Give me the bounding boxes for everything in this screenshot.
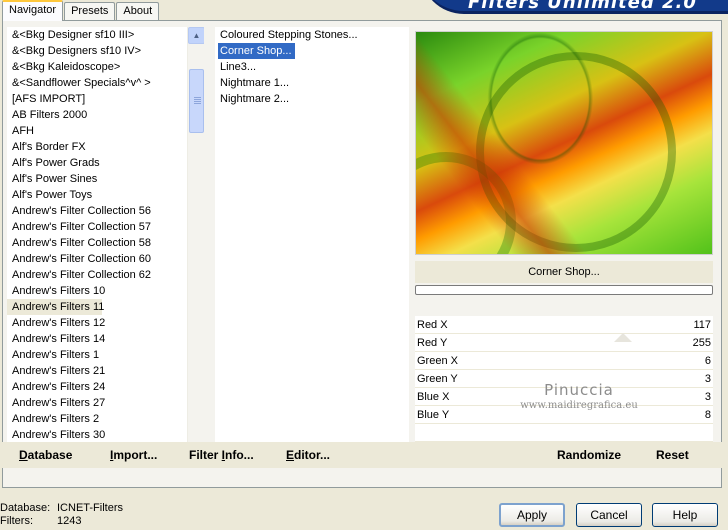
- filter-item[interactable]: Line3...: [215, 59, 409, 75]
- navigator-panel: &<Bkg Designer sf10 III> &<Bkg Designers …: [2, 20, 722, 488]
- database-value: ICNET-Filters: [57, 502, 123, 514]
- tab-about[interactable]: About: [116, 2, 160, 21]
- parameter-slider[interactable]: Blue X 3: [415, 388, 713, 406]
- category-item[interactable]: Andrew's Filter Collection 60: [7, 251, 204, 267]
- category-list[interactable]: &<Bkg Designer sf10 III> &<Bkg Designers …: [7, 27, 204, 459]
- preview-image: [415, 31, 713, 255]
- preview-filter-name: Corner Shop...: [415, 261, 713, 283]
- filter-item[interactable]: Corner Shop...: [218, 43, 295, 59]
- parameter-slider[interactable]: Red X 117: [415, 316, 713, 334]
- banner-title: Filters Unlimited 2.0: [468, 0, 697, 13]
- filter-list[interactable]: Coloured Stepping Stones... Corner Shop..…: [215, 27, 409, 459]
- category-item[interactable]: Alf's Border FX: [7, 139, 204, 155]
- filter-item[interactable]: Nightmare 2...: [215, 91, 409, 107]
- parameter-slider[interactable]: Green X 6: [415, 352, 713, 370]
- category-item[interactable]: Andrew's Filters 10: [7, 283, 204, 299]
- cancel-button[interactable]: Cancel: [576, 503, 642, 527]
- status-info: Database: ICNET-Filters Filters: 1243: [0, 502, 123, 528]
- parameter-sliders: Red X 117 Red Y 255 Green X 6 Green Y 3 Blue X3B…: [415, 316, 713, 460]
- randomize-button[interactable]: Randomize: [557, 448, 621, 462]
- category-item[interactable]: Andrew's Filters 1: [7, 347, 204, 363]
- apply-button[interactable]: Apply: [499, 503, 565, 527]
- slider-thumb-icon[interactable]: [614, 333, 632, 342]
- database-label: Database:: [0, 502, 51, 514]
- help-button[interactable]: Help: [652, 503, 718, 527]
- filters-count-value: 1243: [57, 515, 82, 527]
- category-item[interactable]: Alf's Power Sines: [7, 171, 204, 187]
- category-item[interactable]: &<Bkg Designers sf10 IV>: [7, 43, 204, 59]
- category-item[interactable]: Andrew's Filter Collection 62: [7, 267, 204, 283]
- slider-track[interactable]: [489, 316, 669, 333]
- slider-track[interactable]: [489, 388, 669, 405]
- parameter-label: Red X: [417, 319, 448, 331]
- tab-bar: Navigator Presets About: [2, 0, 160, 21]
- scroll-thumb[interactable]: [189, 69, 204, 133]
- parameter-label: Green Y: [417, 373, 458, 385]
- filters-count-label: Filters:: [0, 515, 33, 527]
- category-item[interactable]: Andrew's Filters 12: [7, 315, 204, 331]
- tab-navigator[interactable]: Navigator: [2, 0, 64, 21]
- progress-bar: [415, 285, 713, 295]
- category-item[interactable]: Andrew's Filters 24: [7, 379, 204, 395]
- action-bar: Database Import... Filter Info... Editor…: [2, 442, 722, 468]
- import-button[interactable]: Import...: [110, 448, 157, 462]
- parameter-value: 6: [704, 355, 711, 367]
- filter-item[interactable]: Nightmare 1...: [215, 75, 409, 91]
- category-item[interactable]: Alf's Power Grads: [7, 155, 204, 171]
- category-item[interactable]: &<Bkg Designer sf10 III>: [7, 27, 204, 43]
- slider-track[interactable]: [489, 406, 669, 423]
- parameter-label: Blue Y: [417, 409, 450, 421]
- category-item[interactable]: Andrew's Filter Collection 58: [7, 235, 204, 251]
- tab-presets[interactable]: Presets: [64, 2, 116, 21]
- parameter-slider[interactable]: Green Y 3: [415, 370, 713, 388]
- parameter-label: Red Y: [417, 337, 448, 349]
- reset-button[interactable]: Reset: [656, 448, 689, 462]
- parameter-value: 3: [704, 391, 711, 403]
- filter-info-button[interactable]: Filter Info...: [189, 448, 254, 462]
- category-item[interactable]: Andrew's Filters 21: [7, 363, 204, 379]
- slider-track[interactable]: [489, 352, 669, 369]
- category-scrollbar[interactable]: ▲ ▼: [187, 27, 204, 459]
- category-item[interactable]: AB Filters 2000: [7, 107, 204, 123]
- category-item[interactable]: Andrew's Filters 30: [7, 427, 204, 443]
- category-item[interactable]: &<Bkg Kaleidoscope>: [7, 59, 204, 75]
- slider-track[interactable]: [489, 333, 669, 351]
- scroll-up-icon[interactable]: ▲: [188, 27, 204, 44]
- category-item[interactable]: Andrew's Filters 14: [7, 331, 204, 347]
- editor-button[interactable]: Editor...: [286, 448, 330, 462]
- parameter-label: Blue X: [417, 391, 450, 403]
- category-item[interactable]: Andrew's Filters 2: [7, 411, 204, 427]
- parameter-value: 255: [692, 337, 711, 349]
- slider-track[interactable]: [489, 370, 669, 387]
- parameter-value: 3: [704, 373, 711, 385]
- filter-item[interactable]: Coloured Stepping Stones...: [215, 27, 409, 43]
- category-item[interactable]: [AFS IMPORT]: [7, 91, 204, 107]
- category-item[interactable]: &<Sandflower Specials^v^ >: [7, 75, 204, 91]
- parameter-slider[interactable]: Red Y 255: [415, 333, 713, 352]
- database-button[interactable]: Database: [19, 448, 72, 462]
- parameter-slider[interactable]: Blue Y 8: [415, 406, 713, 424]
- category-item[interactable]: AFH: [7, 123, 204, 139]
- category-item[interactable]: Andrew's Filter Collection 57: [7, 219, 204, 235]
- category-item[interactable]: Andrew's Filters 11: [7, 299, 104, 315]
- category-item[interactable]: Andrew's Filter Collection 56: [7, 203, 204, 219]
- parameter-value: 117: [693, 319, 711, 331]
- parameter-value: 8: [704, 409, 711, 421]
- parameter-label: Green X: [417, 355, 458, 367]
- empty-slider-row: [415, 424, 713, 442]
- category-item[interactable]: Andrew's Filters 27: [7, 395, 204, 411]
- category-item[interactable]: Alf's Power Toys: [7, 187, 204, 203]
